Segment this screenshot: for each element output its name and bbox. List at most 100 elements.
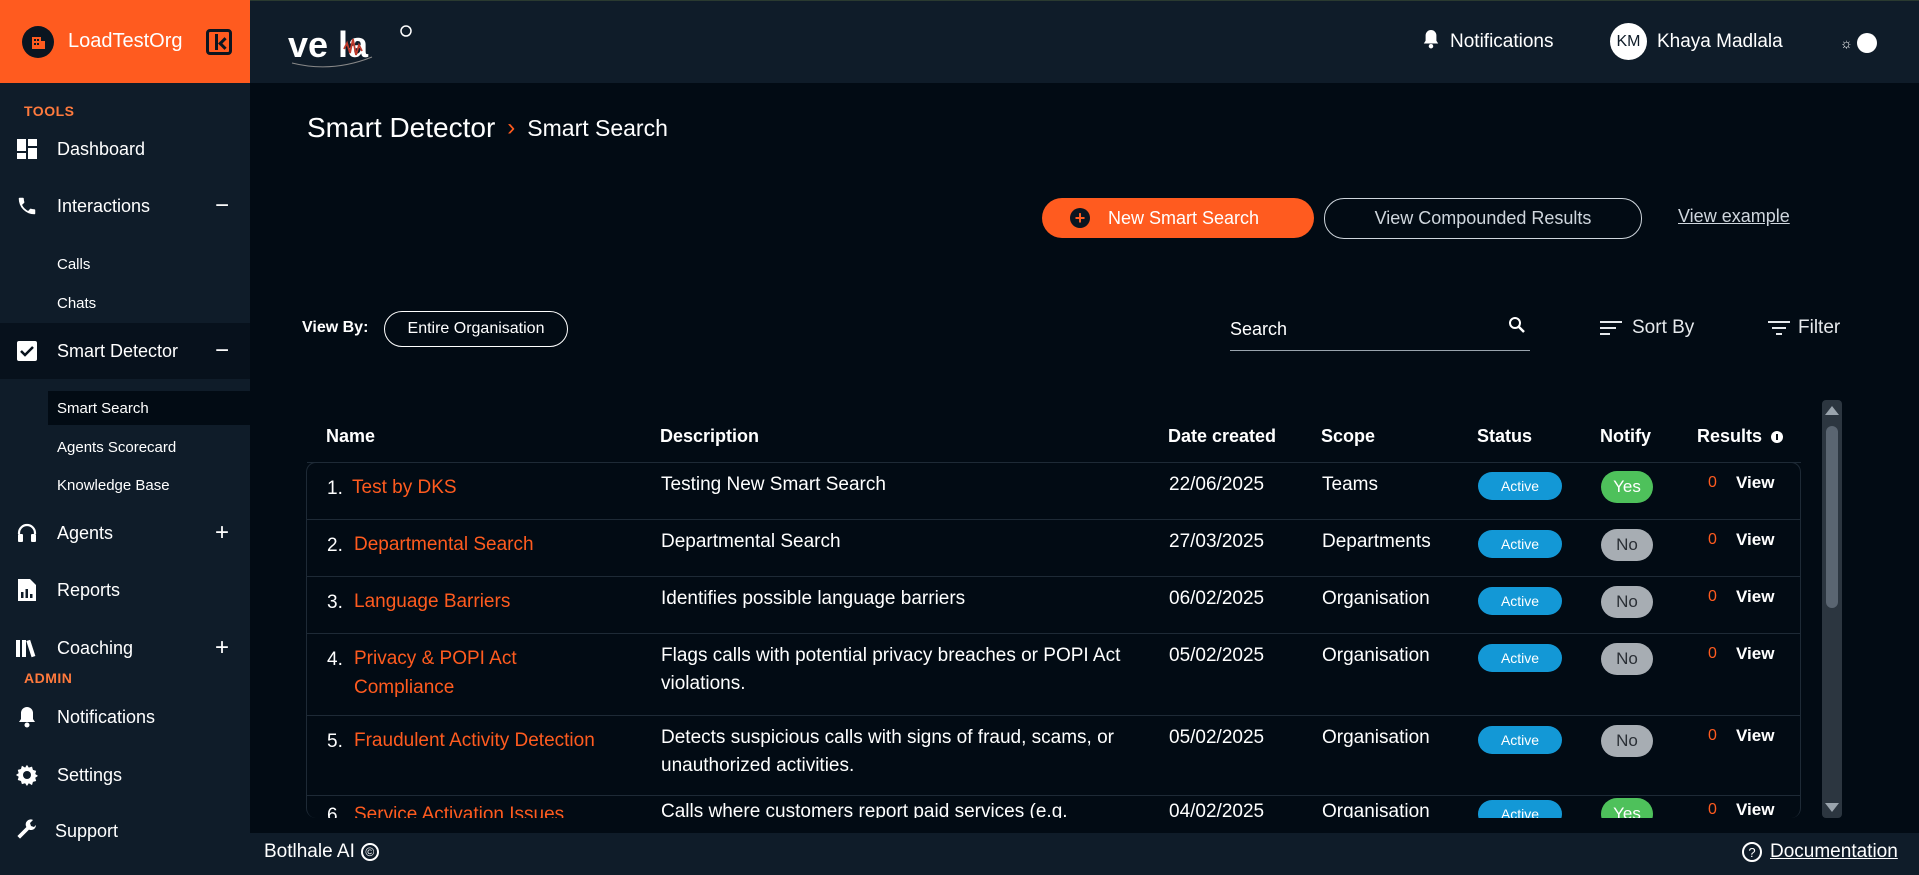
report-icon: [14, 577, 40, 603]
column-header-status[interactable]: Status: [1477, 426, 1532, 447]
status-badge: Active: [1478, 472, 1562, 500]
user-menu[interactable]: KM Khaya Madlala: [1610, 23, 1783, 60]
row-scope: Departments: [1322, 531, 1431, 552]
brand-name: Botlhale AI: [264, 841, 355, 862]
row-name-link[interactable]: Test by DKS: [352, 473, 632, 502]
view-results-link[interactable]: View: [1736, 726, 1774, 746]
sidebar-item-reports[interactable]: Reports: [0, 568, 250, 612]
building-icon: [22, 25, 54, 58]
headset-icon: [14, 520, 40, 546]
expand-icon[interactable]: +: [212, 636, 232, 660]
notifications-button[interactable]: Notifications: [1422, 29, 1554, 55]
scroll-up-icon[interactable]: [1825, 406, 1839, 415]
notify-badge[interactable]: No: [1601, 529, 1653, 561]
notify-badge[interactable]: No: [1601, 586, 1653, 618]
bell-icon: [14, 704, 40, 730]
column-header-notify[interactable]: Notify: [1600, 426, 1651, 447]
scrollbar-thumb[interactable]: [1826, 426, 1838, 608]
row-number: 5.: [327, 731, 343, 752]
sidebar-item-coaching[interactable]: Coaching +: [0, 626, 250, 670]
column-header-date[interactable]: Date created: [1168, 426, 1276, 447]
theme-toggle[interactable]: ☼: [1840, 33, 1877, 53]
expand-icon[interactable]: +: [212, 521, 232, 545]
view-results-link[interactable]: View: [1736, 587, 1774, 607]
notify-badge[interactable]: Yes: [1601, 471, 1653, 503]
sidebar-item-smart-search[interactable]: Smart Search: [48, 391, 250, 425]
view-results-link[interactable]: View: [1736, 473, 1774, 493]
vela-logo[interactable]: ve la: [288, 19, 418, 69]
row-name-link[interactable]: Privacy & POPI Act Compliance: [354, 644, 554, 702]
sidebar-item-dashboard[interactable]: Dashboard: [0, 127, 250, 171]
results-count: 0: [1708, 727, 1717, 744]
org-header[interactable]: LoadTestOrg: [0, 0, 250, 83]
search-icon[interactable]: [1508, 316, 1526, 334]
row-number: 3.: [327, 592, 343, 613]
scroll-down-icon[interactable]: [1825, 803, 1839, 812]
view-example-link[interactable]: View example: [1678, 206, 1790, 227]
info-icon[interactable]: [1771, 431, 1784, 444]
collapse-icon[interactable]: −: [212, 194, 232, 218]
sidebar-item-support[interactable]: Support: [0, 809, 250, 853]
view-by-selector[interactable]: Entire Organisation: [384, 311, 568, 347]
sidebar-item-settings[interactable]: Settings: [0, 753, 250, 797]
toggle-knob: [1856, 33, 1877, 53]
row-date: 06/02/2025: [1169, 588, 1265, 609]
column-header-results[interactable]: Results: [1697, 426, 1784, 447]
row-name-link[interactable]: Service Activation Issues: [354, 800, 634, 818]
sidebar-item-agents[interactable]: Agents +: [0, 511, 250, 555]
row-name-link[interactable]: Fraudulent Activity Detection: [354, 726, 634, 755]
new-smart-search-label: New Smart Search: [1108, 207, 1260, 228]
table-scrollbar[interactable]: [1822, 400, 1842, 818]
wrench-icon: [14, 818, 40, 844]
notify-badge[interactable]: Yes: [1601, 798, 1653, 818]
phone-icon: [14, 193, 40, 219]
status-badge: Active: [1478, 587, 1562, 615]
gear-icon: [14, 762, 40, 788]
sidebar-item-interactions[interactable]: Interactions −: [0, 184, 250, 228]
row-date: 05/02/2025: [1169, 645, 1265, 666]
collapse-icon[interactable]: −: [212, 339, 232, 363]
view-compounded-results-button[interactable]: View Compounded Results: [1324, 198, 1642, 239]
collapse-sidebar-icon[interactable]: [206, 29, 232, 55]
sidebar-item-label: Agents: [57, 522, 114, 543]
results-count: 0: [1708, 801, 1717, 818]
notify-badge[interactable]: No: [1601, 725, 1653, 757]
row-description: Flags calls with potential privacy breac…: [661, 645, 1121, 694]
column-header-description[interactable]: Description: [660, 426, 759, 447]
admin-section-label: ADMIN: [24, 670, 73, 686]
row-name-link[interactable]: Language Barriers: [354, 587, 634, 616]
sidebar-item-smart-detector[interactable]: Smart Detector −: [0, 323, 250, 379]
status-badge: Active: [1478, 726, 1562, 754]
top-bar: ve la Notifications KM Khaya Madlala ☼: [250, 0, 1919, 83]
row-description: Testing New Smart Search: [661, 474, 886, 495]
search-input[interactable]: [1230, 314, 1490, 344]
notifications-label: Notifications: [1450, 31, 1554, 52]
results-count: 0: [1708, 645, 1717, 662]
books-icon: [14, 635, 40, 661]
row-description: Departmental Search: [661, 531, 841, 552]
column-header-name[interactable]: Name: [326, 426, 375, 447]
filter-button[interactable]: Filter: [1768, 317, 1840, 339]
row-name-link[interactable]: Departmental Search: [354, 530, 634, 559]
sort-by-button[interactable]: Sort By: [1600, 317, 1694, 339]
view-results-link[interactable]: View: [1736, 530, 1774, 550]
view-results-link[interactable]: View: [1736, 644, 1774, 664]
new-smart-search-button[interactable]: + New Smart Search: [1042, 198, 1314, 238]
sidebar-item-chats[interactable]: Chats: [48, 286, 250, 320]
breadcrumb-parent[interactable]: Smart Detector: [307, 112, 495, 144]
sidebar-item-notifications[interactable]: Notifications: [0, 695, 250, 739]
documentation-link[interactable]: ? Documentation: [1742, 841, 1898, 863]
view-results-link[interactable]: View: [1736, 800, 1774, 818]
sidebar-item-label: Reports: [57, 579, 121, 600]
column-header-scope[interactable]: Scope: [1321, 426, 1375, 447]
sidebar-item-agents-scorecard[interactable]: Agents Scorecard: [48, 430, 250, 464]
sidebar-item-label: Support: [55, 820, 119, 841]
breadcrumb-current: Smart Search: [527, 114, 668, 141]
sidebar-item-calls[interactable]: Calls: [48, 247, 250, 281]
dashboard-icon: [14, 136, 40, 162]
notify-badge[interactable]: No: [1601, 643, 1653, 675]
sidebar-item-knowledge-base[interactable]: Knowledge Base: [48, 468, 250, 502]
logo-text: ve la: [288, 24, 369, 65]
results-count: 0: [1708, 588, 1717, 605]
avatar: KM: [1610, 23, 1647, 60]
